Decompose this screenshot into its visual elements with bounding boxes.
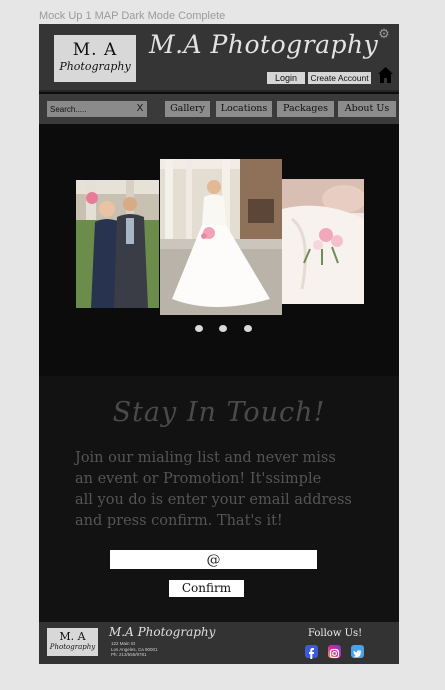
search-input[interactable] <box>47 101 147 117</box>
footer: M. A Photography M.A Photography 122 Mai… <box>39 622 399 664</box>
newsletter-section: Stay In Touch! Join our mialing list and… <box>39 376 399 622</box>
footer-logo[interactable]: M. A Photography <box>47 628 98 656</box>
nav-bar: X Gallery Locations Packages About Us <box>39 94 399 124</box>
gear-icon[interactable]: ⚙ <box>377 28 391 42</box>
carousel-photo-center[interactable] <box>160 159 282 315</box>
footer-logo-main: M. A <box>59 630 86 643</box>
carousel-photo-right[interactable] <box>282 179 364 304</box>
signup-heading: Stay In Touch! <box>112 397 326 428</box>
nav-packages[interactable]: Packages <box>277 101 334 117</box>
create-account-button[interactable]: Create Account <box>308 72 371 84</box>
carousel-dot[interactable] <box>244 325 252 332</box>
twitter-icon[interactable] <box>351 645 364 658</box>
footer-logo-sub: Photography <box>49 643 96 651</box>
search-clear-button[interactable]: X <box>134 101 146 117</box>
follow-label: Follow Us! <box>308 628 363 639</box>
carousel-dot[interactable] <box>195 325 203 332</box>
confirm-button[interactable]: Confirm <box>169 580 244 597</box>
home-icon[interactable] <box>377 66 394 84</box>
frame-label: Mock Up 1 MAP Dark Mode Complete <box>39 10 226 22</box>
header: M. A Photography M.A Photography ⚙ Login… <box>39 24 399 92</box>
footer-address: 122 Main St Los Angeles, Ca 90001 Ph: 21… <box>111 641 158 658</box>
email-field[interactable] <box>110 550 317 569</box>
phone-number: Ph: 213/555/9781 <box>111 652 147 657</box>
carousel-photo-left[interactable] <box>76 180 159 308</box>
signup-description: Join our mialing list and never miss an … <box>75 450 352 529</box>
logo-sub: Photography <box>59 60 131 73</box>
brand-title: M.A Photography <box>149 30 379 59</box>
facebook-icon[interactable] <box>305 645 318 659</box>
login-button[interactable]: Login <box>267 72 305 84</box>
logo-main: M. A <box>72 40 118 60</box>
nav-gallery[interactable]: Gallery <box>165 101 210 117</box>
carousel-indicators <box>195 325 255 333</box>
nav-locations[interactable]: Locations <box>216 101 272 117</box>
logo[interactable]: M. A Photography <box>54 35 136 82</box>
nav-about-us[interactable]: About Us <box>338 101 396 117</box>
photo-carousel <box>39 124 399 376</box>
app-screen: M. A Photography M.A Photography ⚙ Login… <box>39 24 399 664</box>
instagram-icon[interactable] <box>328 645 341 659</box>
footer-brand: M.A Photography <box>109 625 216 639</box>
carousel-dot[interactable] <box>219 325 227 332</box>
